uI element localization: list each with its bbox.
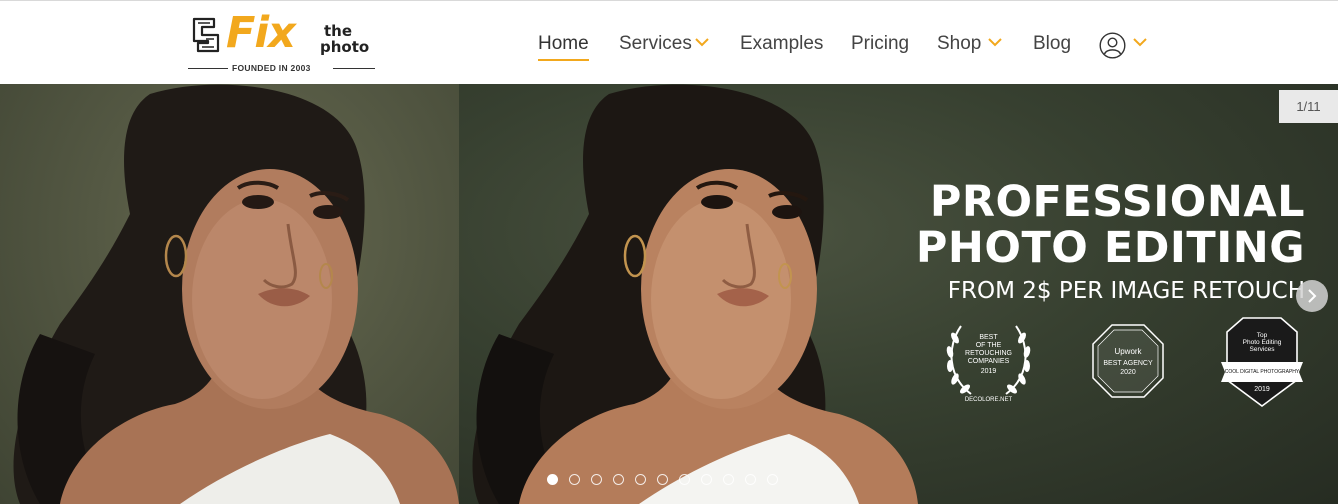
nav-pricing-label: Pricing <box>851 33 910 54</box>
badge3-line3: Services <box>1249 346 1275 353</box>
logo-word-fix: Fix <box>226 8 296 58</box>
slide-counter: 1/11 <box>1279 90 1338 123</box>
account-chevron-down-icon[interactable] <box>1133 38 1147 47</box>
before-photo <box>0 84 459 504</box>
slide-dot[interactable] <box>657 474 668 485</box>
slide-dot[interactable] <box>701 474 712 485</box>
badge1-line4: COMPANIES <box>967 358 1010 365</box>
badge2-line1: BEST AGENCY <box>1103 360 1153 367</box>
nav-examples[interactable]: Examples <box>740 33 823 55</box>
badge1-year: 2019 <box>980 368 997 375</box>
logo-word-the: the <box>324 22 353 40</box>
active-underline <box>538 59 589 61</box>
hero-headline-line2: PHOTO EDITING <box>915 223 1305 273</box>
next-slide-button[interactable] <box>1296 280 1328 312</box>
nav-home[interactable]: Home <box>538 33 589 61</box>
badge2-year: 2020 <box>1120 369 1136 376</box>
slide-dot[interactable] <box>723 474 734 485</box>
logo-rule-right <box>333 68 375 69</box>
hands-logo-icon <box>192 17 220 53</box>
nav-blog-label: Blog <box>1033 33 1072 54</box>
slide-dot[interactable] <box>767 474 778 485</box>
award-badge-cool-digital: Top Photo Editing Services COOL DIGITAL … <box>1219 316 1305 408</box>
slide-dot[interactable] <box>547 474 558 485</box>
badge1-line2: OF THE <box>975 342 1002 349</box>
shop-chevron-down-icon[interactable] <box>988 38 1002 47</box>
slide-dot[interactable] <box>591 474 602 485</box>
award-badge-upwork: Upwork BEST AGENCY 2020 <box>1090 322 1166 400</box>
nav-pricing[interactable]: Pricing <box>851 33 909 55</box>
nav-examples-label: Examples <box>740 33 824 54</box>
site-header: Fix the photo FOUNDED IN 2003 Home Servi… <box>0 0 1338 84</box>
shield-badge-icon <box>1221 317 1303 407</box>
badge3-year: 2019 <box>1254 386 1270 393</box>
nav-shop[interactable]: Shop <box>937 33 981 55</box>
logo-word-photo: photo <box>320 38 370 56</box>
badge2-brand: Upwork <box>1114 347 1142 356</box>
badge1-line3: RETOUCHING <box>965 350 1012 357</box>
nav-blog[interactable]: Blog <box>1033 33 1071 55</box>
badge1-line1: BEST <box>979 334 998 341</box>
slide-dot[interactable] <box>745 474 756 485</box>
slide-dot[interactable] <box>635 474 646 485</box>
hero-slider[interactable]: 1/11 PROFESSIONAL PHOTO EDITING FROM 2$ … <box>0 84 1338 504</box>
nav-shop-label: Shop <box>937 33 982 54</box>
portrait-before-illustration <box>13 84 459 504</box>
nav-home-label: Home <box>538 33 589 54</box>
services-chevron-down-icon[interactable] <box>695 38 709 47</box>
slide-dot[interactable] <box>569 474 580 485</box>
slide-dot[interactable] <box>679 474 690 485</box>
logo-tagline: FOUNDED IN 2003 <box>232 63 311 73</box>
hero-headline-line1: PROFESSIONAL <box>929 177 1305 227</box>
badge3-brand: COOL DIGITAL PHOTOGRAPHY <box>1224 369 1300 375</box>
slide-dot[interactable] <box>613 474 624 485</box>
user-icon[interactable] <box>1099 32 1126 59</box>
hero-subline: FROM 2$ PER IMAGE RETOUCH <box>947 278 1305 304</box>
logo-rule-left <box>188 68 228 69</box>
site-logo[interactable]: Fix the photo FOUNDED IN 2003 <box>188 8 378 75</box>
nav-services[interactable]: Services <box>619 33 692 55</box>
chevron-right-icon <box>1308 289 1317 303</box>
badge1-source: DECOLORE.NET <box>964 397 1013 403</box>
nav-services-label: Services <box>619 33 692 54</box>
award-badge-retouching: BEST OF THE RETOUCHING COMPANIES 2019 DE… <box>941 316 1036 408</box>
